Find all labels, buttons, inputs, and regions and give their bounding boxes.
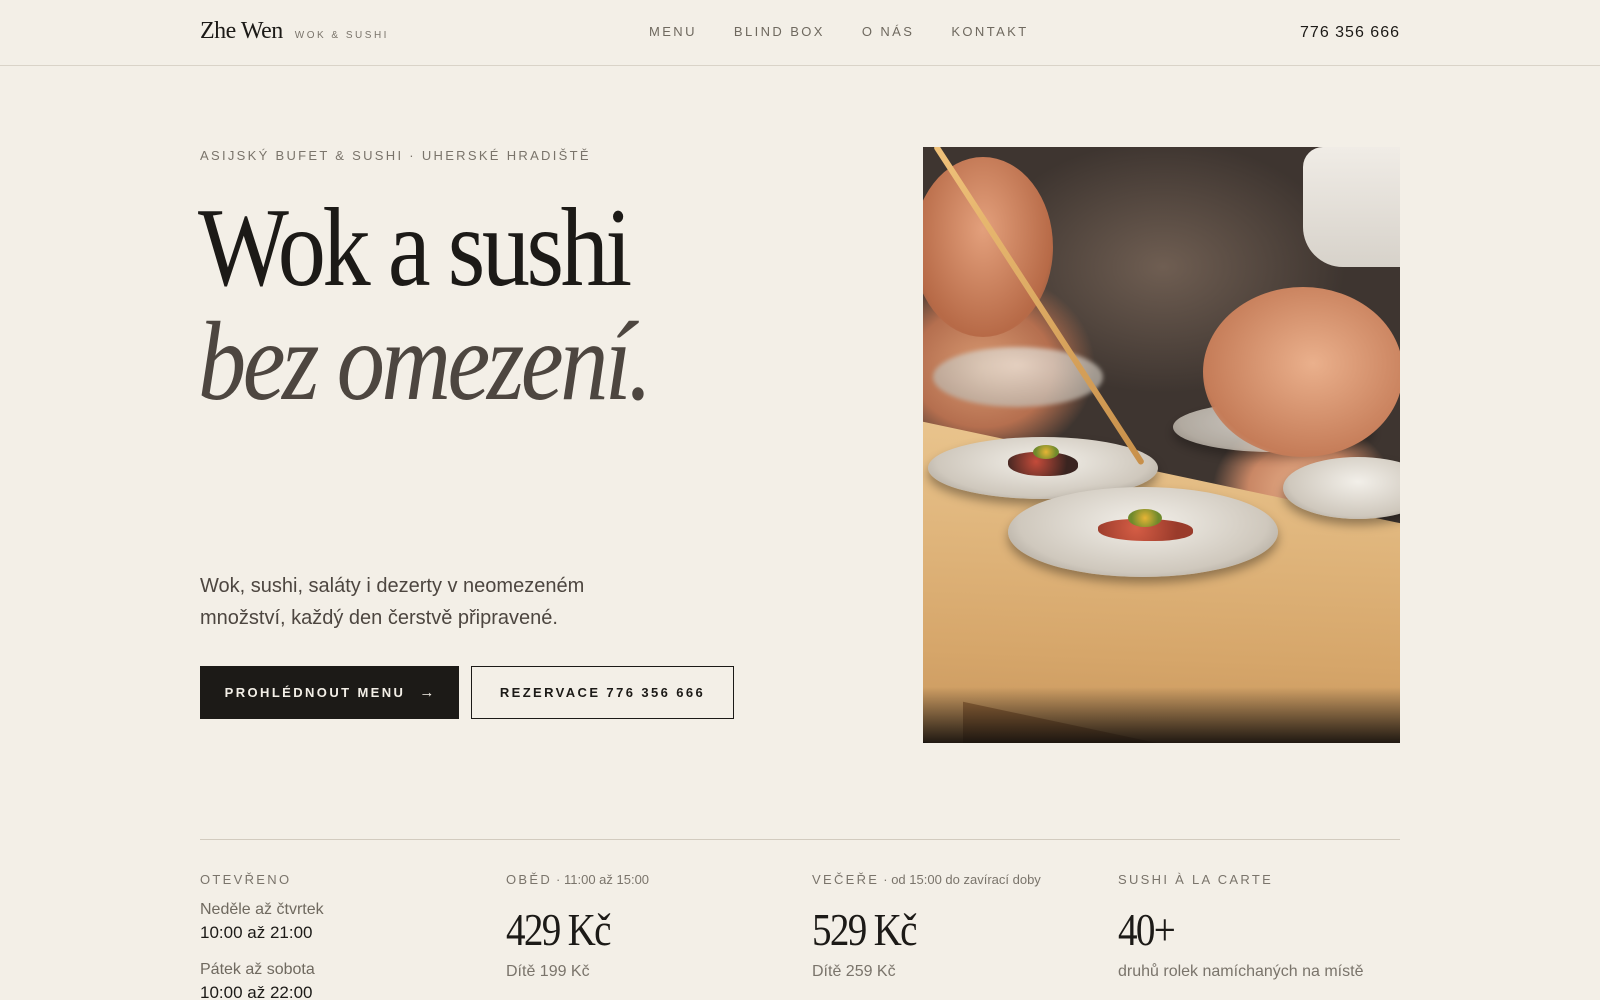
dinner-label-row: VEČEŘE · od 15:00 do zavírací doby [812,872,1112,887]
sushi-label: SUSHI À LA CARTE [1118,872,1274,887]
nav-link-menu[interactable]: MENU [649,24,697,39]
view-menu-button[interactable]: PROHLÉDNOUT MENU → [200,666,459,719]
lunch-label: OBĚD [506,872,553,887]
dinner-child-price: Dítě 259 Kč [812,963,896,980]
nav-link-blind-box[interactable]: BLIND BOX [734,24,825,39]
hours-time-1: 10:00 až 21:00 [200,923,313,942]
hours-time-2: 10:00 až 22:00 [200,983,313,1000]
brand-logo[interactable]: Zhe Wen WOK & SUSHI [200,18,389,45]
photo-shadow [923,687,1400,743]
sushi-a-la-carte: SUSHI À LA CARTE 40+ druhů rolek namícha… [1118,872,1418,981]
dinner-label: VEČEŘE [812,872,880,887]
hero-eyebrow: ASIJSKÝ BUFET & SUSHI · UHERSKÉ HRADIŠTĚ [200,148,591,163]
brand-tagline: WOK & SUSHI [294,30,389,41]
hero-photo [923,147,1400,743]
photo-garnish-main [1128,509,1162,527]
brand-name: Zhe Wen [200,18,283,44]
hero-title-line-2: bez omezení. [198,300,652,424]
lunch-hours: · 11:00 až 15:00 [556,872,650,887]
sushi-description: druhů rolek namíchaných na místě [1118,963,1364,980]
photo-hand-left [923,157,1053,337]
hours-days-2: Pátek až sobota [200,961,315,978]
header-phone-link[interactable]: 776 356 666 [1300,24,1400,42]
nav-link-about[interactable]: O NÁS [862,24,914,39]
photo-chef-sleeve [1303,147,1400,267]
sushi-count: 40+ [1118,904,1176,955]
photo-hand-right [1203,287,1400,457]
lunch-price: OBĚD · 11:00 až 15:00 429 Kč Dítě 199 Kč [506,872,806,981]
arrow-right-icon: → [419,684,435,701]
site-header: Zhe Wen WOK & SUSHI MENU BLIND BOX O NÁS… [0,0,1600,66]
hero-title-line-1: Wok a sushi [198,186,632,310]
lunch-label-row: OBĚD · 11:00 až 15:00 [506,872,806,887]
photo-garnish-left [1033,445,1059,459]
reservation-button[interactable]: REZERVACE 776 356 666 [471,666,734,719]
photo-bowls [933,347,1103,407]
dinner-hours: · od 15:00 do zavírací doby [883,872,1041,887]
lunch-price-value: 429 Kč [506,904,612,955]
nav-link-contact[interactable]: KONTAKT [951,24,1028,39]
lunch-child-price: Dítě 199 Kč [506,963,590,980]
view-menu-button-label: PROHLÉDNOUT MENU [224,685,406,700]
dinner-price-value: 529 Kč [812,904,918,955]
hours-days-1: Neděle až čtvrtek [200,901,324,918]
reservation-button-label: REZERVACE 776 356 666 [499,685,706,700]
opening-hours: OTEVŘENO Neděle až čtvrtek 10:00 až 21:0… [200,872,500,1000]
opening-hours-label: OTEVŘENO [200,872,292,887]
main-nav: MENU BLIND BOX O NÁS KONTAKT [649,24,1029,39]
section-divider [200,839,1400,840]
hero-description: Wok, sushi, saláty i dezerty v neomezené… [200,575,585,629]
dinner-price: VEČEŘE · od 15:00 do zavírací doby 529 Kč… [812,872,1112,981]
